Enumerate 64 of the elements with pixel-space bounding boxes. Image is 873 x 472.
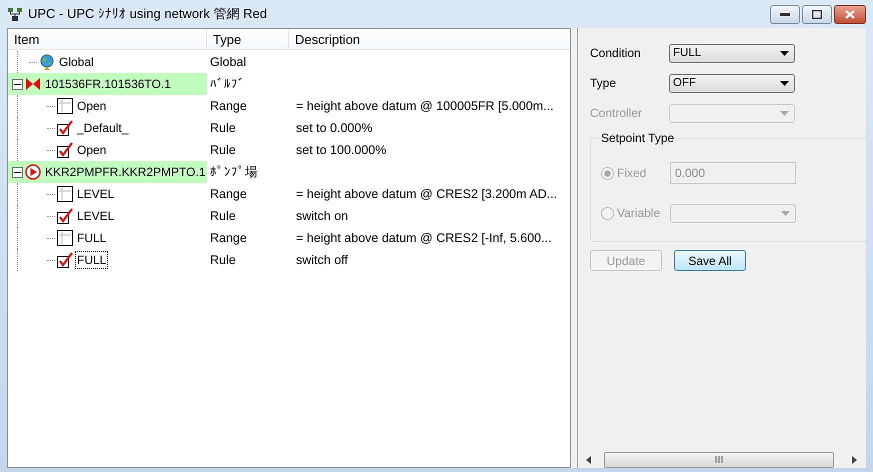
type-cell: Range (210, 231, 247, 245)
close-button[interactable] (834, 5, 866, 24)
action-button[interactable]: Save All (674, 250, 746, 271)
window-title: UPC - UPC ｼﾅﾘｵ using network 管網 Red (28, 5, 267, 23)
checkbox-icon (57, 120, 73, 136)
pump-icon (25, 164, 41, 180)
network-icon (7, 6, 23, 22)
column-header[interactable]: Type (207, 29, 289, 49)
type-cell: Global (210, 55, 246, 69)
maximize-button[interactable] (802, 5, 832, 24)
range-icon (57, 186, 73, 202)
type-cell: ﾊﾞﾙﾌﾞ (210, 77, 245, 91)
description-cell: = height above datum @ CRES2 [-Inf, 5.600... (296, 231, 552, 245)
globe-icon (39, 54, 55, 70)
group-title: Setpoint Type (598, 131, 678, 145)
type-cell: ﾎﾟﾝﾌﾟ場 (210, 164, 258, 178)
tree-item-label[interactable]: 101536FR.101536TO.1 (43, 75, 173, 93)
description-cell: set to 0.000% (296, 121, 372, 135)
caret-icon (780, 80, 789, 86)
minimize-icon (780, 12, 790, 16)
collapse-icon[interactable] (12, 166, 23, 178)
field-label: Condition (590, 46, 642, 60)
caret-icon (780, 110, 789, 116)
dropdown[interactable]: OFF (669, 74, 795, 92)
tree-item-label[interactable]: LEVEL (75, 207, 116, 225)
checkbox-icon (57, 208, 73, 224)
type-cell: Range (210, 99, 247, 113)
minimize-button[interactable] (770, 5, 800, 24)
type-cell: Rule (210, 143, 236, 157)
dropdown[interactable]: FULL (669, 44, 795, 62)
column-header[interactable]: Description (289, 29, 570, 49)
tree-item-label[interactable]: LEVEL (75, 185, 116, 203)
description-cell: set to 100.000% (296, 143, 386, 157)
scroll-right-icon[interactable] (852, 456, 858, 464)
tree-item-label[interactable]: FULL (75, 251, 108, 269)
tree-item-label[interactable]: _Default_ (75, 119, 130, 137)
collapse-icon[interactable] (12, 78, 23, 90)
tree-item-label[interactable]: Open (75, 141, 108, 159)
close-icon (845, 10, 855, 19)
type-cell: Rule (210, 209, 236, 223)
caret-icon (780, 50, 789, 56)
description-cell: = height above datum @ 100005FR [5.000m... (296, 99, 554, 113)
type-cell: Rule (210, 121, 236, 135)
range-icon (57, 98, 73, 114)
checkbox-icon (57, 142, 73, 158)
maximize-icon (812, 10, 822, 19)
valve-icon (25, 76, 41, 92)
caret-icon (781, 210, 790, 216)
field-label: Controller (590, 106, 644, 120)
checkbox-icon (57, 252, 73, 268)
description-cell: switch on (296, 209, 348, 223)
description-cell: = height above datum @ CRES2 [3.200m AD... (296, 187, 558, 201)
scroll-left-icon[interactable] (586, 456, 592, 464)
tree-item-label[interactable]: FULL (75, 229, 108, 247)
tree-item-label[interactable]: Open (75, 97, 108, 115)
tree-item-label[interactable]: KKR2PMPFR.KKR2PMPTO.1 (43, 163, 207, 181)
grip-icon (715, 456, 723, 463)
column-header[interactable]: Item (8, 29, 207, 49)
field-label: Type (590, 76, 618, 90)
tree-item-label[interactable]: Global (57, 53, 96, 71)
description-cell: switch off (296, 253, 348, 267)
range-icon (57, 230, 73, 246)
type-cell: Rule (210, 253, 236, 267)
type-cell: Range (210, 187, 247, 201)
